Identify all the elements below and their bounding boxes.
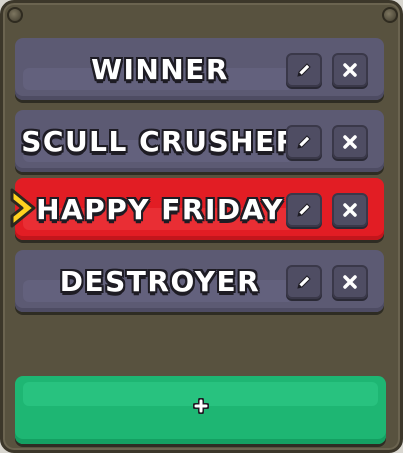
edit-button[interactable] <box>286 265 322 299</box>
close-icon <box>343 135 357 149</box>
close-icon <box>343 63 357 77</box>
add-team-button[interactable]: + <box>15 376 386 444</box>
pencil-icon <box>297 203 311 217</box>
chevron-right-icon <box>10 188 36 228</box>
delete-button[interactable] <box>332 53 368 87</box>
close-icon <box>343 203 357 217</box>
team-name: Scull Crusher <box>21 124 299 158</box>
pencil-icon <box>297 135 311 149</box>
delete-button[interactable] <box>332 125 368 159</box>
team-row[interactable]: Destroyer <box>15 250 384 312</box>
selected-marker <box>8 186 38 234</box>
team-row-selected[interactable]: Happy Friday <box>15 178 384 240</box>
close-icon <box>343 275 357 289</box>
plus-icon: + <box>15 398 386 414</box>
corner-bolt <box>7 7 23 23</box>
pencil-icon <box>297 63 311 77</box>
team-name: Destroyer <box>59 264 261 298</box>
edit-button[interactable] <box>286 53 322 87</box>
delete-button[interactable] <box>332 193 368 227</box>
team-row[interactable]: Winner <box>15 38 384 100</box>
team-name: Happy Friday <box>36 192 284 226</box>
team-name: Winner <box>91 52 229 86</box>
plus-icon-glyph <box>192 398 209 414</box>
edit-button[interactable] <box>286 125 322 159</box>
pencil-icon <box>297 275 311 289</box>
corner-bolt <box>382 7 398 23</box>
delete-button[interactable] <box>332 265 368 299</box>
edit-button[interactable] <box>286 193 322 227</box>
team-row[interactable]: Scull Crusher <box>15 110 384 172</box>
